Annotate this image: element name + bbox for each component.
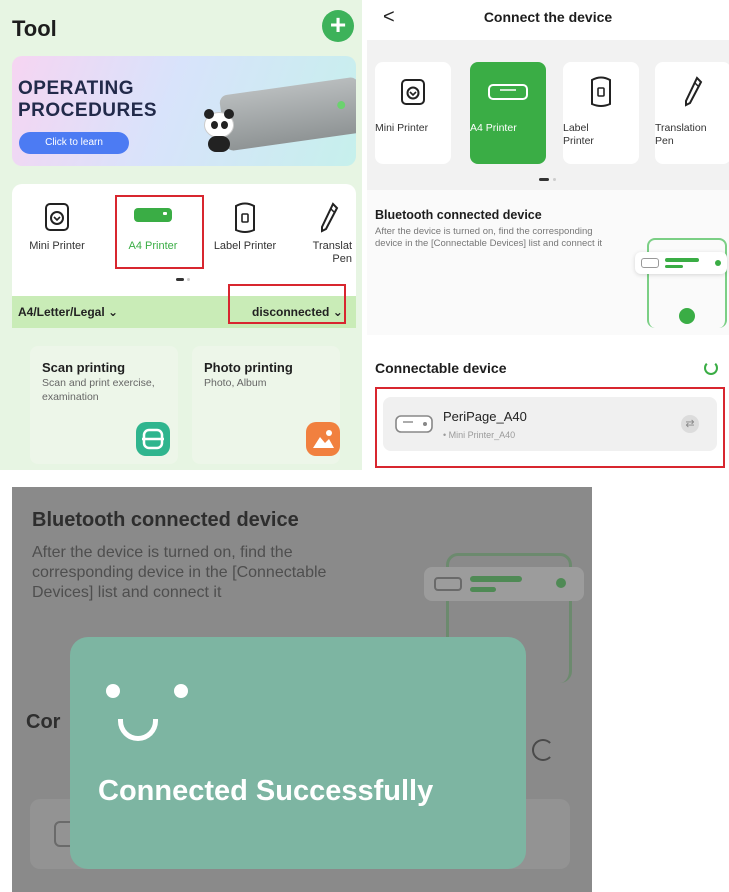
smile-eye-icon — [106, 684, 120, 698]
click-to-learn-button[interactable]: Click to learn — [19, 132, 129, 154]
a4-printer-highlight — [115, 195, 204, 269]
refresh-icon — [532, 739, 554, 761]
device-label: Label Printer — [213, 240, 277, 252]
pager-dot-active — [176, 278, 184, 281]
bluetooth-description: After the device is turned on, find the … — [32, 544, 327, 601]
printer-illustration — [218, 76, 356, 152]
device-card-illustration — [424, 567, 584, 601]
disconnected-highlight — [228, 284, 346, 324]
translation-pen-icon — [320, 202, 338, 233]
scan-icon — [136, 422, 170, 456]
label-printer-icon — [591, 76, 611, 107]
paper-size-dropdown[interactable]: A4/Letter/Legal ⌄ — [18, 305, 118, 319]
smile-eye-icon — [174, 684, 188, 698]
device-translation-pen[interactable]: Translation Pen — [655, 62, 729, 164]
tool-title: Tool — [12, 16, 57, 41]
device-label-printer[interactable]: Label Printer — [200, 196, 290, 268]
printer-device-icon — [395, 415, 433, 433]
device-label: A4 Printer — [470, 122, 517, 134]
smile-icon — [118, 719, 158, 741]
device-type-strip: Mini Printer A4 Printer Label Printer Tr… — [367, 40, 729, 190]
page-title: Connect the device — [483, 9, 613, 25]
bluetooth-section: Bluetooth connected device After the dev… — [367, 190, 729, 335]
connect-device-screen: < Connect the device Mini Printer A4 Pri… — [367, 0, 729, 470]
device-label: Mini Printer — [29, 240, 85, 252]
refresh-icon[interactable] — [704, 361, 718, 375]
func-subtitle: Scan and print exercise, examination — [42, 377, 155, 403]
connectable-device-title: Connectable device — [375, 360, 507, 376]
device-label-printer[interactable]: Label Printer — [563, 62, 639, 164]
label-printer-icon — [235, 202, 255, 233]
connectable-device-highlight: PeriPage_A40 • Mini Printer_A40 ⇄ — [375, 387, 725, 468]
device-a4-printer[interactable]: A4 Printer — [470, 62, 546, 164]
pager-dot-active — [539, 178, 549, 181]
plus-icon: + — [329, 9, 347, 40]
pager-dot — [187, 278, 190, 281]
connectable-device-title: Cor — [26, 711, 61, 733]
bluetooth-title: Bluetooth connected device — [32, 509, 299, 531]
translation-pen-icon — [685, 76, 703, 107]
func-subtitle: Photo, Album — [204, 377, 267, 389]
photo-printing-card[interactable]: Photo printing Photo, Album — [192, 346, 340, 464]
photo-icon — [306, 422, 340, 456]
scan-printing-card[interactable]: Scan printing Scan and print exercise, e… — [30, 346, 178, 464]
panda-mascot-icon — [202, 109, 236, 152]
connection-success-screen: Bluetooth connected device After the dev… — [12, 487, 592, 892]
paper-size-value: A4/Letter/Legal — [18, 305, 105, 319]
bluetooth-description: After the device is turned on, find the … — [375, 226, 603, 249]
device-mini-printer[interactable]: Mini Printer — [12, 196, 102, 268]
device-name: PeriPage_A40 — [443, 409, 527, 424]
connected-success-toast: Connected Successfully — [70, 637, 526, 869]
device-label: Label Printer — [563, 122, 594, 147]
operating-procedures-banner[interactable]: OPERATING PROCEDURES Click to learn — [12, 56, 356, 166]
device-model: • Mini Printer_A40 — [443, 430, 516, 440]
chevron-down-icon: ⌄ — [108, 305, 119, 319]
connectable-device-row[interactable]: PeriPage_A40 • Mini Printer_A40 ⇄ — [383, 397, 717, 451]
pager-dot — [553, 178, 556, 181]
success-message: Connected Successfully — [98, 775, 434, 807]
bluetooth-title: Bluetooth connected device — [375, 208, 542, 222]
device-mini-printer[interactable]: Mini Printer — [375, 62, 451, 164]
mini-printer-icon — [401, 79, 425, 105]
a4-printer-icon — [488, 84, 528, 100]
device-label: Translation Pen — [655, 122, 707, 147]
tool-screen: Tool + OPERATING PROCEDURES Click to lea… — [0, 0, 362, 470]
device-label: Mini Printer — [375, 122, 429, 134]
device-card-illustration — [635, 252, 727, 274]
banner-title: OPERATING PROCEDURES — [18, 78, 158, 121]
connect-swap-icon[interactable]: ⇄ — [681, 415, 699, 433]
mini-printer-icon — [45, 203, 69, 231]
device-label: Translat Pen — [312, 240, 352, 265]
add-device-button[interactable]: + — [322, 10, 354, 42]
func-title: Scan printing — [42, 360, 126, 375]
func-title: Photo printing — [204, 360, 293, 375]
device-translation-pen[interactable]: Translat Pen — [294, 196, 356, 268]
